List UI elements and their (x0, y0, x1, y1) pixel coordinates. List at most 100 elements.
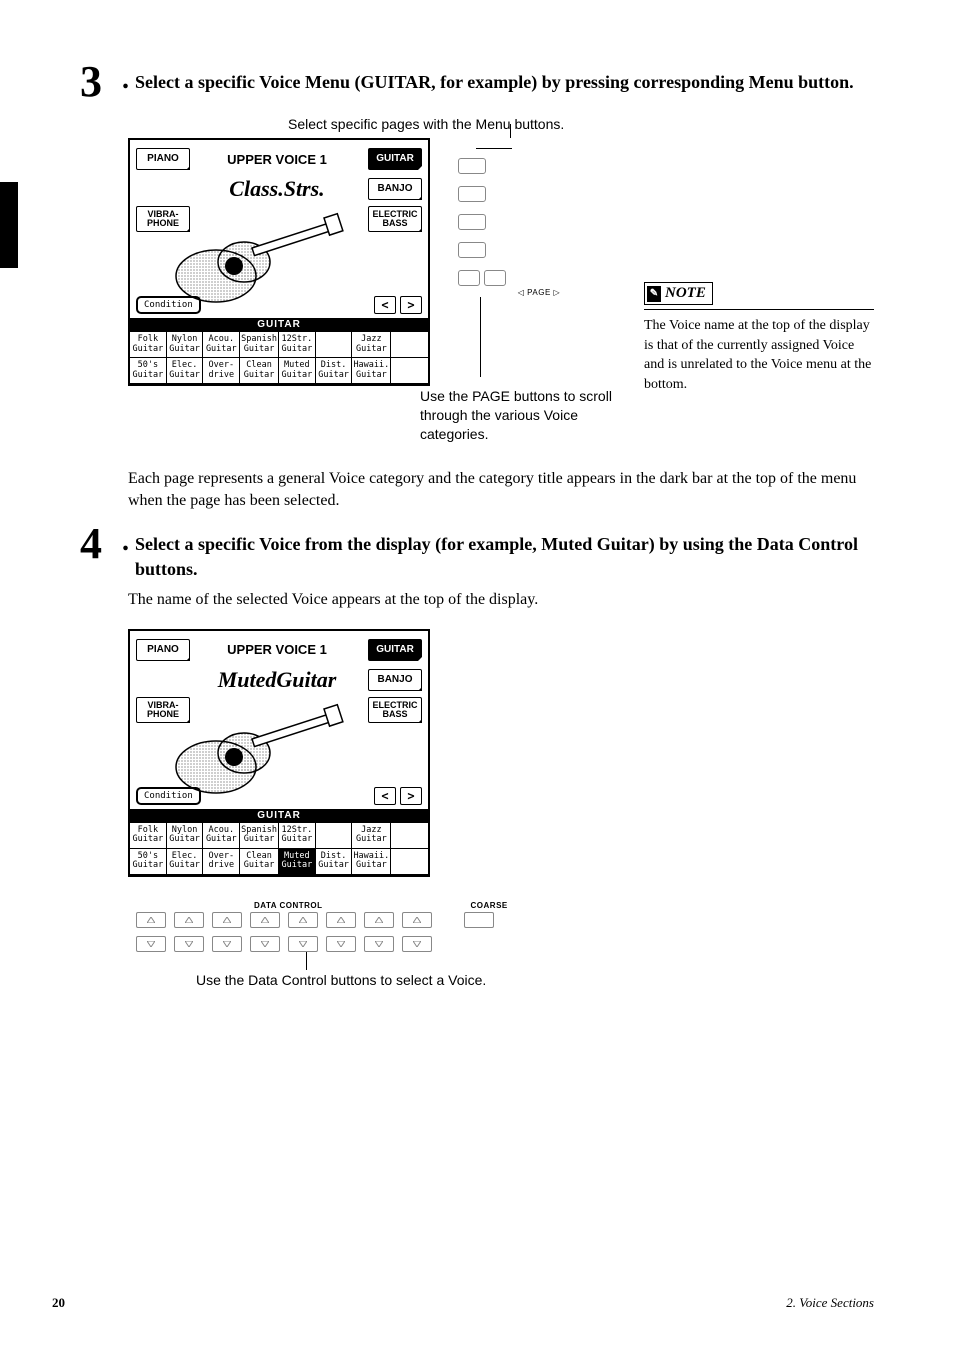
voice-item[interactable]: Folk Guitar (130, 823, 167, 849)
voice-item[interactable]: Jazz Guitar (352, 823, 391, 849)
menu-button-1[interactable] (458, 158, 486, 174)
voice-item[interactable]: Folk Guitar (130, 332, 167, 358)
voice-item[interactable]: Nylon Guitar (167, 332, 204, 358)
note-label: NOTE (665, 285, 706, 302)
dc-up-button[interactable] (326, 912, 356, 928)
lcd-voice-grid-2: Folk GuitarNylon GuitarAcou. GuitarSpani… (130, 822, 428, 875)
dc-caption: Use the Data Control buttons to select a… (196, 972, 874, 988)
lcd-title: UPPER VOICE 1 (190, 152, 364, 167)
voice-item[interactable]: Nylon Guitar (167, 823, 204, 849)
dc-down-button[interactable] (174, 936, 204, 952)
menu-button-3[interactable] (458, 214, 486, 230)
voice-item[interactable] (391, 849, 428, 875)
chapter-title: 2. Voice Sections (786, 1295, 874, 1311)
step-4-body: The name of the selected Voice appears a… (128, 589, 874, 611)
caption-page-buttons: Use the PAGE buttons to scroll through t… (420, 387, 620, 444)
voice-item[interactable]: Over- drive (203, 358, 240, 384)
dc-down-button[interactable] (288, 936, 318, 952)
lcd-voice-grid-1: Folk GuitarNylon GuitarAcou. GuitarSpani… (130, 331, 428, 384)
sidebar-chapter-tab (0, 182, 18, 268)
lcd-page-prev[interactable]: < (374, 787, 396, 805)
step-4-number: 4 (80, 522, 114, 566)
page-prev-button[interactable] (458, 270, 480, 286)
voice-item[interactable]: 12Str. Guitar (279, 823, 316, 849)
guitar-illustration (166, 206, 346, 306)
lcd-page-prev[interactable]: < (374, 296, 396, 314)
lcd-voice-name: MutedGuitar (190, 667, 364, 693)
dc-up-button[interactable] (136, 912, 166, 928)
voice-item[interactable]: Muted Guitar (279, 358, 316, 384)
voice-item[interactable] (316, 823, 353, 849)
lcd-tab-elecbass[interactable]: ELECTRIC BASS (368, 697, 422, 723)
lcd-title: UPPER VOICE 1 (190, 642, 364, 657)
dc-up-button[interactable] (364, 912, 394, 928)
dc-down-button[interactable] (402, 936, 432, 952)
page-footer: 20 2. Voice Sections (0, 1295, 954, 1311)
voice-item[interactable]: Elec. Guitar (167, 849, 204, 875)
lcd-tab-elecbass[interactable]: ELECTRIC BASS (368, 206, 422, 232)
voice-item[interactable] (316, 332, 353, 358)
note-box: ✎ NOTE The Voice name at the top of the … (644, 282, 874, 394)
dc-down-button[interactable] (136, 936, 166, 952)
menu-button-4[interactable] (458, 242, 486, 258)
lcd-tab-piano[interactable]: PIANO (136, 639, 190, 661)
lcd-page-next[interactable]: > (400, 296, 422, 314)
dc-up-button[interactable] (212, 912, 242, 928)
page-number: 20 (52, 1295, 65, 1311)
step-3: 3. Select a specific Voice Menu (GUITAR,… (80, 60, 874, 104)
caption-select-pages: Select specific pages with the Menu butt… (288, 116, 874, 132)
voice-item[interactable] (391, 358, 428, 384)
dc-up-button[interactable] (174, 912, 204, 928)
voice-item[interactable]: Clean Guitar (240, 358, 279, 384)
dc-down-button[interactable] (250, 936, 280, 952)
lcd-tab-guitar[interactable]: GUITAR (368, 148, 422, 170)
paragraph-category: Each page represents a general Voice cat… (128, 468, 874, 513)
voice-item[interactable]: 12Str. Guitar (279, 332, 316, 358)
lcd-page-next[interactable]: > (400, 787, 422, 805)
lcd-category-bar: GUITAR (130, 809, 428, 822)
lcd-tab-guitar[interactable]: GUITAR (368, 639, 422, 661)
lcd-tab-banjo[interactable]: BANJO (368, 178, 422, 200)
dc-header-label: DATA CONTROL (254, 901, 323, 910)
voice-item[interactable]: 50's Guitar (130, 358, 167, 384)
page-label: ◁ PAGE ▷ (458, 288, 620, 297)
step-3-number: 3 (80, 60, 114, 104)
voice-item[interactable]: Dist. Guitar (316, 849, 353, 875)
voice-item[interactable]: Jazz Guitar (352, 332, 391, 358)
hardware-menu-buttons: ◁ PAGE ▷ Use the PAGE buttons to scroll … (458, 138, 620, 444)
dc-down-button[interactable] (212, 936, 242, 952)
guitar-illustration (166, 697, 346, 797)
page-next-button[interactable] (484, 270, 506, 286)
lcd-display-1: PIANO UPPER VOICE 1 GUITAR Class.Strs. B… (128, 138, 430, 386)
step-4: 4. Select a specific Voice from the disp… (80, 522, 874, 581)
voice-item[interactable]: Spanish Guitar (240, 823, 279, 849)
voice-item[interactable] (391, 332, 428, 358)
voice-item[interactable]: Acou. Guitar (203, 823, 240, 849)
lcd-tab-piano[interactable]: PIANO (136, 148, 190, 170)
voice-item[interactable]: Hawaii. Guitar (352, 358, 391, 384)
note-icon: ✎ (647, 286, 661, 302)
voice-item[interactable]: 50's Guitar (130, 849, 167, 875)
dc-coarse-label: COARSE (471, 901, 508, 910)
dc-up-button[interactable] (288, 912, 318, 928)
dc-up-button[interactable] (402, 912, 432, 928)
voice-item[interactable]: Clean Guitar (240, 849, 279, 875)
lcd-display-2: PIANO UPPER VOICE 1 GUITAR MutedGuitar B… (128, 629, 430, 877)
voice-item[interactable]: Over- drive (203, 849, 240, 875)
dc-up-button[interactable] (250, 912, 280, 928)
voice-item[interactable]: Elec. Guitar (167, 358, 204, 384)
menu-button-2[interactable] (458, 186, 486, 202)
lcd-voice-name: Class.Strs. (190, 176, 364, 202)
voice-item[interactable]: Acou. Guitar (203, 332, 240, 358)
voice-item[interactable] (391, 823, 428, 849)
step-4-heading: Select a specific Voice from the display… (135, 522, 874, 581)
voice-item[interactable]: Dist. Guitar (316, 358, 353, 384)
voice-item[interactable]: Hawaii. Guitar (352, 849, 391, 875)
voice-item[interactable]: Muted Guitar (279, 849, 316, 875)
voice-item[interactable]: Spanish Guitar (240, 332, 279, 358)
lcd-tab-banjo[interactable]: BANJO (368, 669, 422, 691)
coarse-button[interactable] (464, 912, 494, 928)
dc-down-button[interactable] (326, 936, 356, 952)
note-body: The Voice name at the top of the display… (644, 309, 874, 394)
dc-down-button[interactable] (364, 936, 394, 952)
